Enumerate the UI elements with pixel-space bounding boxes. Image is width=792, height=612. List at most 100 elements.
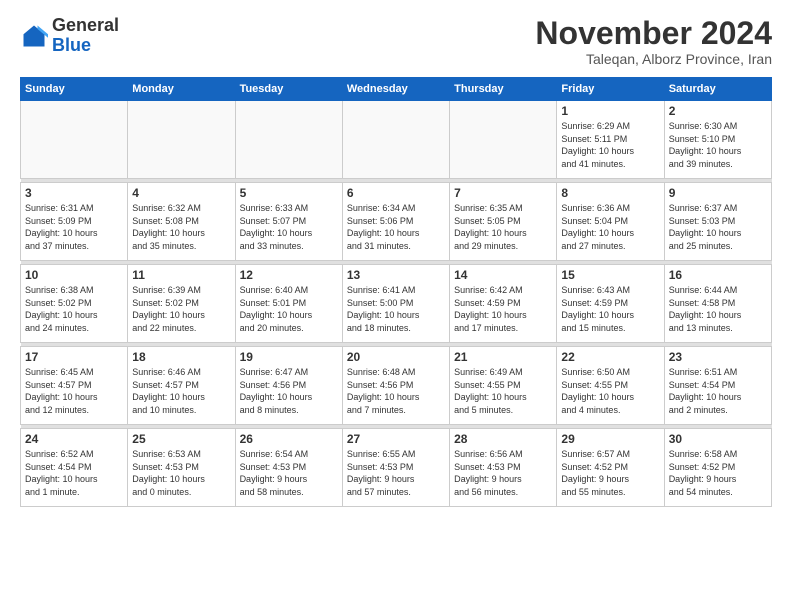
col-wednesday: Wednesday	[342, 78, 449, 101]
table-cell: 5 Sunrise: 6:33 AM Sunset: 5:07 PM Daylig…	[235, 183, 342, 261]
day-number: 30	[669, 432, 767, 446]
day-number: 3	[25, 186, 123, 200]
day-info: Sunrise: 6:40 AM Sunset: 5:01 PM Dayligh…	[240, 284, 338, 334]
table-cell: 27Sunrise: 6:55 AM Sunset: 4:53 PM Dayli…	[342, 429, 449, 507]
table-cell: 2 Sunrise: 6:30 AM Sunset: 5:10 PM Daylig…	[664, 101, 771, 179]
day-number: 19	[240, 350, 338, 364]
day-number: 28	[454, 432, 552, 446]
day-info: Sunrise: 6:39 AM Sunset: 5:02 PM Dayligh…	[132, 284, 230, 334]
col-thursday: Thursday	[450, 78, 557, 101]
logo-text: General Blue	[52, 16, 119, 56]
day-info: Sunrise: 6:33 AM Sunset: 5:07 PM Dayligh…	[240, 202, 338, 252]
day-number: 9	[669, 186, 767, 200]
day-number: 22	[561, 350, 659, 364]
day-number: 2	[669, 104, 767, 118]
day-info: Sunrise: 6:36 AM Sunset: 5:04 PM Dayligh…	[561, 202, 659, 252]
table-cell: 14Sunrise: 6:42 AM Sunset: 4:59 PM Dayli…	[450, 265, 557, 343]
logo-blue: Blue	[52, 35, 91, 55]
day-info: Sunrise: 6:57 AM Sunset: 4:52 PM Dayligh…	[561, 448, 659, 498]
table-cell: 12 Sunrise: 6:40 AM Sunset: 5:01 PM Dayli…	[235, 265, 342, 343]
day-number: 4	[132, 186, 230, 200]
day-info: Sunrise: 6:46 AM Sunset: 4:57 PM Dayligh…	[132, 366, 230, 416]
table-cell: 29Sunrise: 6:57 AM Sunset: 4:52 PM Dayli…	[557, 429, 664, 507]
month-title: November 2024	[535, 16, 772, 51]
table-cell: 16Sunrise: 6:44 AM Sunset: 4:58 PM Dayli…	[664, 265, 771, 343]
table-cell	[128, 101, 235, 179]
table-cell: 6 Sunrise: 6:34 AM Sunset: 5:06 PM Daylig…	[342, 183, 449, 261]
logo-general: General	[52, 15, 119, 35]
week-row-5: 24Sunrise: 6:52 AM Sunset: 4:54 PM Dayli…	[21, 429, 772, 507]
table-cell: 19 Sunrise: 6:47 AM Sunset: 4:56 PM Dayli…	[235, 347, 342, 425]
day-number: 8	[561, 186, 659, 200]
day-number: 12	[240, 268, 338, 282]
col-tuesday: Tuesday	[235, 78, 342, 101]
calendar-table: Sunday Monday Tuesday Wednesday Thursday…	[20, 77, 772, 507]
week-row-2: 3 Sunrise: 6:31 AM Sunset: 5:09 PM Daylig…	[21, 183, 772, 261]
day-number: 14	[454, 268, 552, 282]
day-info: Sunrise: 6:34 AM Sunset: 5:06 PM Dayligh…	[347, 202, 445, 252]
table-cell: 18 Sunrise: 6:46 AM Sunset: 4:57 PM Dayli…	[128, 347, 235, 425]
day-info: Sunrise: 6:29 AM Sunset: 5:11 PM Dayligh…	[561, 120, 659, 170]
table-cell: 15Sunrise: 6:43 AM Sunset: 4:59 PM Dayli…	[557, 265, 664, 343]
page: General Blue November 2024 Taleqan, Albo…	[0, 0, 792, 612]
table-cell: 13Sunrise: 6:41 AM Sunset: 5:00 PM Dayli…	[342, 265, 449, 343]
table-cell: 20Sunrise: 6:48 AM Sunset: 4:56 PM Dayli…	[342, 347, 449, 425]
table-cell: 4 Sunrise: 6:32 AM Sunset: 5:08 PM Daylig…	[128, 183, 235, 261]
title-block: November 2024 Taleqan, Alborz Province, …	[535, 16, 772, 67]
table-cell: 23Sunrise: 6:51 AM Sunset: 4:54 PM Dayli…	[664, 347, 771, 425]
day-number: 17	[25, 350, 123, 364]
week-row-3: 10 Sunrise: 6:38 AM Sunset: 5:02 PM Dayli…	[21, 265, 772, 343]
day-info: Sunrise: 6:30 AM Sunset: 5:10 PM Dayligh…	[669, 120, 767, 170]
table-cell: 11 Sunrise: 6:39 AM Sunset: 5:02 PM Dayli…	[128, 265, 235, 343]
day-info: Sunrise: 6:56 AM Sunset: 4:53 PM Dayligh…	[454, 448, 552, 498]
day-info: Sunrise: 6:52 AM Sunset: 4:54 PM Dayligh…	[25, 448, 123, 498]
table-cell: 21Sunrise: 6:49 AM Sunset: 4:55 PM Dayli…	[450, 347, 557, 425]
day-info: Sunrise: 6:31 AM Sunset: 5:09 PM Dayligh…	[25, 202, 123, 252]
day-info: Sunrise: 6:53 AM Sunset: 4:53 PM Dayligh…	[132, 448, 230, 498]
day-info: Sunrise: 6:32 AM Sunset: 5:08 PM Dayligh…	[132, 202, 230, 252]
header: General Blue November 2024 Taleqan, Albo…	[20, 16, 772, 67]
table-cell	[342, 101, 449, 179]
day-number: 5	[240, 186, 338, 200]
table-cell: 3 Sunrise: 6:31 AM Sunset: 5:09 PM Daylig…	[21, 183, 128, 261]
day-info: Sunrise: 6:55 AM Sunset: 4:53 PM Dayligh…	[347, 448, 445, 498]
calendar-body: 1 Sunrise: 6:29 AM Sunset: 5:11 PM Daylig…	[21, 101, 772, 507]
table-cell: 1 Sunrise: 6:29 AM Sunset: 5:11 PM Daylig…	[557, 101, 664, 179]
week-row-1: 1 Sunrise: 6:29 AM Sunset: 5:11 PM Daylig…	[21, 101, 772, 179]
table-cell: 9 Sunrise: 6:37 AM Sunset: 5:03 PM Daylig…	[664, 183, 771, 261]
table-cell	[235, 101, 342, 179]
table-cell: 7 Sunrise: 6:35 AM Sunset: 5:05 PM Daylig…	[450, 183, 557, 261]
day-number: 23	[669, 350, 767, 364]
week-row-4: 17 Sunrise: 6:45 AM Sunset: 4:57 PM Dayli…	[21, 347, 772, 425]
table-cell: 8 Sunrise: 6:36 AM Sunset: 5:04 PM Daylig…	[557, 183, 664, 261]
day-info: Sunrise: 6:50 AM Sunset: 4:55 PM Dayligh…	[561, 366, 659, 416]
logo-icon	[20, 22, 48, 50]
table-cell	[21, 101, 128, 179]
day-info: Sunrise: 6:38 AM Sunset: 5:02 PM Dayligh…	[25, 284, 123, 334]
day-info: Sunrise: 6:45 AM Sunset: 4:57 PM Dayligh…	[25, 366, 123, 416]
col-sunday: Sunday	[21, 78, 128, 101]
day-info: Sunrise: 6:35 AM Sunset: 5:05 PM Dayligh…	[454, 202, 552, 252]
table-cell: 17 Sunrise: 6:45 AM Sunset: 4:57 PM Dayli…	[21, 347, 128, 425]
table-cell: 24Sunrise: 6:52 AM Sunset: 4:54 PM Dayli…	[21, 429, 128, 507]
col-friday: Friday	[557, 78, 664, 101]
day-info: Sunrise: 6:54 AM Sunset: 4:53 PM Dayligh…	[240, 448, 338, 498]
day-number: 7	[454, 186, 552, 200]
day-info: Sunrise: 6:37 AM Sunset: 5:03 PM Dayligh…	[669, 202, 767, 252]
location-subtitle: Taleqan, Alborz Province, Iran	[535, 51, 772, 67]
day-number: 6	[347, 186, 445, 200]
day-number: 13	[347, 268, 445, 282]
day-number: 1	[561, 104, 659, 118]
table-cell: 28 Sunrise: 6:56 AM Sunset: 4:53 PM Dayli…	[450, 429, 557, 507]
day-number: 26	[240, 432, 338, 446]
day-number: 18	[132, 350, 230, 364]
day-number: 20	[347, 350, 445, 364]
day-number: 16	[669, 268, 767, 282]
day-number: 10	[25, 268, 123, 282]
day-info: Sunrise: 6:47 AM Sunset: 4:56 PM Dayligh…	[240, 366, 338, 416]
day-number: 21	[454, 350, 552, 364]
col-monday: Monday	[128, 78, 235, 101]
day-number: 11	[132, 268, 230, 282]
logo: General Blue	[20, 16, 119, 56]
day-number: 15	[561, 268, 659, 282]
